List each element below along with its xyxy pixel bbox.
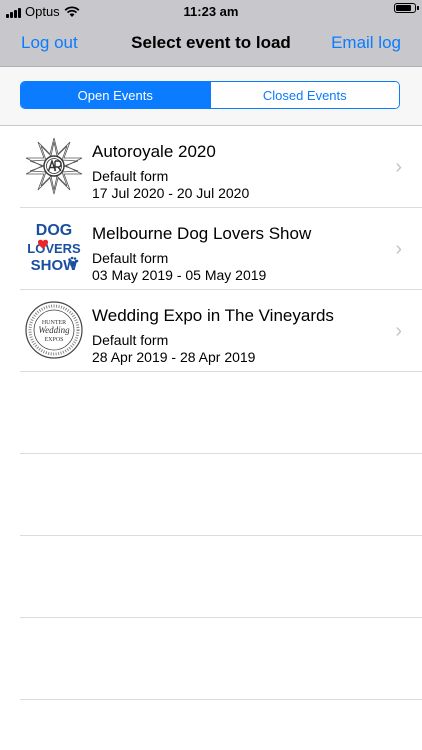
segment-bar: Open Events Closed Events <box>0 67 422 126</box>
event-title: Melbourne Dog Lovers Show <box>92 224 312 243</box>
empty-row <box>20 618 422 700</box>
battery-fill <box>396 5 412 11</box>
tab-closed-events[interactable]: Closed Events <box>209 82 399 108</box>
chevron-right-icon: › <box>395 156 402 178</box>
event-row-dog-lovers[interactable]: DOG LOVERS SHOW Melbourne Dog Lovers Sho… <box>20 208 422 290</box>
navigation-bar: Log out Select event to load Email log <box>0 22 422 67</box>
empty-row <box>20 536 422 618</box>
event-form: Default form <box>92 332 169 348</box>
event-form: Default form <box>92 168 169 184</box>
logo-text-dog: DOG <box>36 222 72 239</box>
event-dates: 17 Jul 2020 - 20 Jul 2020 <box>92 185 250 201</box>
event-row-autoroyale[interactable]: Autoroyale 2020 Default form 17 Jul 2020… <box>20 126 422 208</box>
logo-text-wedding: Wedding <box>38 325 70 335</box>
event-title: Wedding Expo in The Vineyards <box>92 306 334 325</box>
empty-row <box>20 372 422 454</box>
status-right <box>394 3 419 13</box>
event-dates: 03 May 2019 - 05 May 2019 <box>92 267 267 283</box>
logo-text-lovers: LOVERS <box>27 241 81 256</box>
status-time: 11:23 am <box>183 4 239 19</box>
empty-row <box>20 454 422 536</box>
event-dates: 28 Apr 2019 - 28 Apr 2019 <box>92 349 256 365</box>
chevron-right-icon: › <box>395 320 402 342</box>
events-list: Autoroyale 2020 Default form 17 Jul 2020… <box>0 126 422 700</box>
event-form: Default form <box>92 250 169 266</box>
events-segmented-control: Open Events Closed Events <box>20 81 400 109</box>
logout-button[interactable]: Log out <box>21 33 78 53</box>
chevron-right-icon: › <box>395 238 402 260</box>
hunter-wedding-expo-logo-icon: HUNTER Wedding EXPOS <box>25 301 83 359</box>
logo-text-expos: EXPOS <box>44 337 63 343</box>
email-log-button[interactable]: Email log <box>331 33 401 53</box>
tab-open-events[interactable]: Open Events <box>21 82 210 108</box>
event-title: Autoroyale 2020 <box>92 142 216 161</box>
dog-lovers-show-logo-icon: DOG LOVERS SHOW <box>27 222 81 274</box>
event-row-wedding-expo[interactable]: HUNTER Wedding EXPOS Wedding Expo in The… <box>20 290 422 372</box>
autoroyale-logo-icon <box>25 137 83 195</box>
status-bar: Optus 11:23 am <box>0 0 422 22</box>
battery-icon <box>394 3 419 13</box>
